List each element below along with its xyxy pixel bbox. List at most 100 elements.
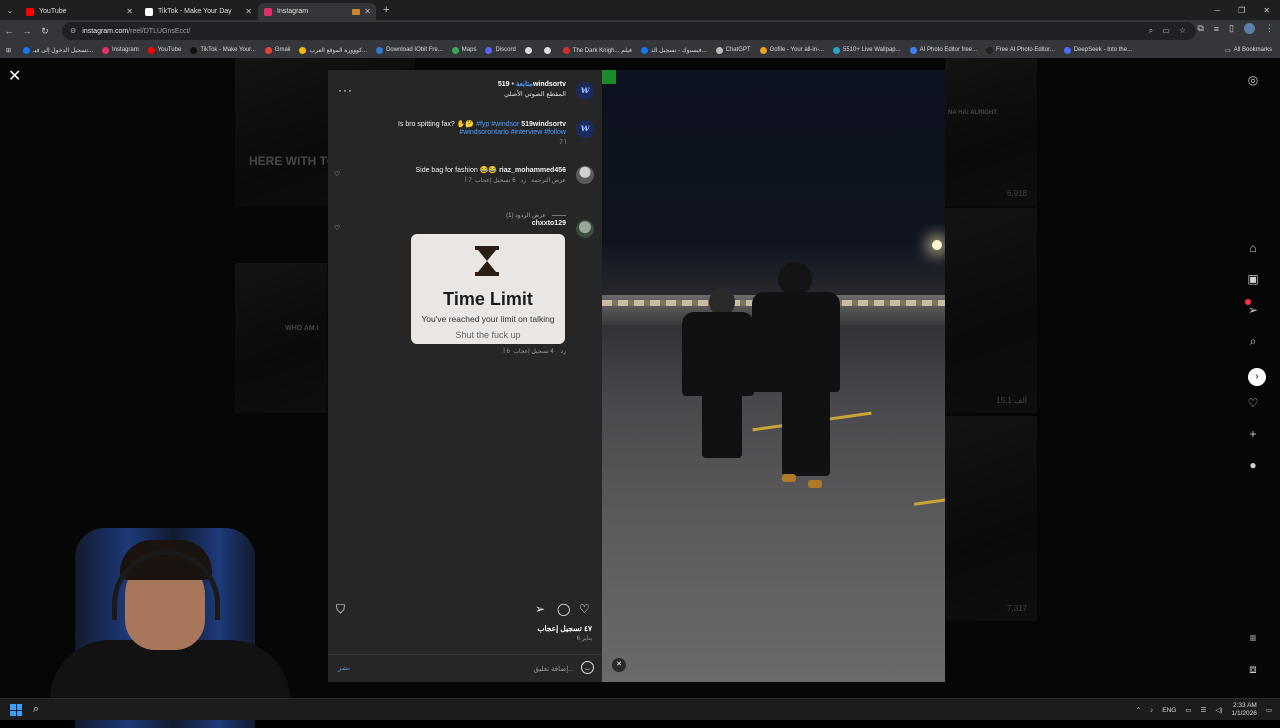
forward-icon[interactable]: → [18, 26, 36, 36]
zoom-icon[interactable]: ⌕ [1149, 26, 1153, 36]
home-icon[interactable]: ⌂ [1245, 240, 1261, 256]
save-icon[interactable]: ⛉ [336, 602, 345, 617]
likes-count[interactable]: ٤٧ تسجيل إعجاب [537, 624, 592, 633]
mute-icon[interactable]: ✕ [612, 658, 626, 672]
microphone-icon[interactable]: ♪ [1150, 707, 1153, 714]
chevron-up-icon[interactable]: ⌃ [1136, 706, 1141, 714]
all-bookmarks[interactable]: ▭ All Bookmarks [1225, 42, 1272, 58]
bookmark-item[interactable]: AI Photo Editor free... [909, 46, 977, 54]
author-avatar[interactable]: w [576, 82, 594, 100]
post-comment-button[interactable]: نشر [338, 664, 350, 672]
person [778, 262, 812, 296]
bookmark-item[interactable]: فيسبوك - تسجيل الد... [640, 46, 707, 54]
comment-likes[interactable]: 6 تسجيل إعجاب [475, 178, 516, 184]
bookmark-item[interactable]: Gofile - Your all-in-... [759, 46, 824, 54]
more-options-icon[interactable]: ··· [338, 83, 353, 97]
bookmark-item[interactable]: 5510+ Live Wallpap... [833, 46, 901, 54]
new-tab-button[interactable]: + [383, 4, 389, 16]
bookmark-item[interactable]: The Dark Knigh... فيلم [562, 46, 632, 54]
audio-label[interactable]: المقطع الصوتي الأصلي [498, 90, 566, 98]
bookmark-item[interactable]: ChatGPT [715, 46, 751, 54]
display-icon[interactable]: ▭ [1185, 706, 1191, 714]
like-comment-icon[interactable]: ♡ [334, 224, 340, 232]
comment-username[interactable]: riaz_mohammed456 [499, 167, 566, 174]
close-icon[interactable]: ✕ [364, 7, 371, 16]
messages-icon[interactable]: ➢ [1245, 299, 1261, 318]
view-replies[interactable]: عرض الردود (1) [506, 212, 566, 219]
emoji-icon[interactable]: ‿ [581, 661, 594, 674]
tab-search-icon[interactable]: ⌄ [0, 0, 20, 20]
like-icon[interactable]: ♡ [579, 602, 590, 616]
tab-instagram[interactable]: Instagram ✕ [258, 3, 376, 20]
reels-icon[interactable]: ▣ [1245, 271, 1261, 287]
reply-link[interactable]: رد [521, 178, 527, 184]
site-info-icon[interactable]: ⚙ [70, 27, 76, 35]
profile-icon[interactable]: ● [1245, 457, 1261, 473]
bookmark-item[interactable]: كووورة الموقع العرب... [299, 46, 367, 54]
commenter-avatar[interactable] [576, 220, 594, 238]
close-window-icon[interactable]: ✕ [1263, 6, 1270, 15]
address-bar[interactable]: ⚙ instagram.com/reel/DTLUGnsEcct/ ⌕ ▭ ☆ [62, 22, 1196, 40]
bookmark-item[interactable]: DeepSeek - Into the... [1063, 46, 1132, 54]
close-icon[interactable]: ✕ [8, 66, 21, 86]
bookmark-favicon-icon [543, 46, 551, 54]
caption-username[interactable]: 519windsortv [521, 121, 566, 128]
notifications-icon[interactable]: ♡ [1245, 395, 1261, 411]
caption-hashtags[interactable]: #windsorontario #interview #follow [398, 129, 566, 136]
clock[interactable]: 2:33 AM 1/1/2026 [1232, 702, 1257, 718]
comment-likes[interactable]: 4 تسجيل إعجاب [513, 349, 554, 355]
search-icon[interactable]: ⌕ [33, 703, 39, 716]
extensions-icon[interactable]: ⧉ [1197, 23, 1203, 34]
menu-icon[interactable]: ⋮ [1265, 23, 1274, 34]
comment-icon[interactable]: ◯ [557, 602, 570, 616]
cast-icon[interactable]: ▭ [1162, 26, 1170, 36]
bookmark-item[interactable]: Download IObit Fre... [376, 46, 443, 54]
like-comment-icon[interactable]: ♡ [334, 170, 340, 178]
close-icon[interactable]: ✕ [245, 7, 252, 16]
volume-icon[interactable]: ◁) [1215, 706, 1222, 714]
bookmark-item[interactable] [524, 46, 535, 54]
follow-button[interactable]: متابعة [516, 81, 533, 88]
profile-avatar[interactable] [1244, 23, 1255, 34]
maximize-icon[interactable]: ❐ [1238, 6, 1245, 15]
comment-username[interactable]: chxxto129 [532, 220, 566, 227]
next-reel-button[interactable]: › [1248, 368, 1266, 386]
bookmark-item[interactable]: تسجيل الدخول إلى فيـ... [23, 46, 93, 54]
instagram-logo-icon[interactable]: ◎ [1245, 72, 1261, 88]
start-icon[interactable] [10, 704, 22, 716]
url-host: instagram.com [82, 27, 129, 35]
meta-apps-icon[interactable]: ⧈ [1245, 661, 1261, 677]
network-icon[interactable]: ☰ [1201, 706, 1207, 714]
create-icon[interactable]: + [1245, 426, 1261, 442]
caption-hashtags[interactable]: #fyp #windsor [476, 121, 519, 128]
comment-input[interactable] [478, 663, 574, 675]
media-icon[interactable]: ≡ [1214, 24, 1219, 34]
reel-video[interactable]: ✕ [602, 70, 945, 682]
bookmark-item[interactable] [543, 46, 554, 54]
caption-avatar[interactable]: w [576, 120, 594, 138]
bookmark-item[interactable]: Free AI Photo Editor... [986, 46, 1055, 54]
close-icon[interactable]: ✕ [126, 7, 133, 16]
bookmark-star-icon[interactable]: ☆ [1179, 26, 1186, 36]
language-indicator[interactable]: ENG [1162, 707, 1176, 714]
translate-link[interactable]: عرض الترجمة [531, 178, 566, 184]
bookmark-item[interactable]: Gmail [264, 46, 290, 54]
tab-tiktok[interactable]: TikTok - Make Your Day ✕ [139, 3, 257, 20]
apps-icon[interactable]: ⊞ [6, 47, 11, 54]
bookmark-item[interactable]: YouTube [147, 46, 181, 54]
share-icon[interactable]: ➢ [535, 602, 545, 616]
bookmark-item[interactable]: TikTok - Make Your... [190, 46, 256, 54]
minimize-icon[interactable]: ─ [1214, 6, 1220, 15]
more-menu-icon[interactable]: ≡ [1245, 630, 1261, 646]
commenter-avatar[interactable] [576, 166, 594, 184]
bookmark-item[interactable]: Discord [485, 46, 516, 54]
notification-icon[interactable]: ▭ [1266, 706, 1272, 714]
reload-icon[interactable]: ↻ [36, 26, 54, 37]
back-icon[interactable]: ← [0, 26, 18, 36]
bookmark-item[interactable]: Instagram [102, 46, 139, 54]
bookmark-item[interactable]: Maps [451, 46, 476, 54]
reply-link[interactable]: رد [560, 349, 566, 355]
tab-youtube[interactable]: YouTube ✕ [20, 3, 138, 20]
search-icon[interactable]: ⌕ [1245, 333, 1261, 349]
sidepanel-icon[interactable]: ▯ [1229, 23, 1234, 34]
